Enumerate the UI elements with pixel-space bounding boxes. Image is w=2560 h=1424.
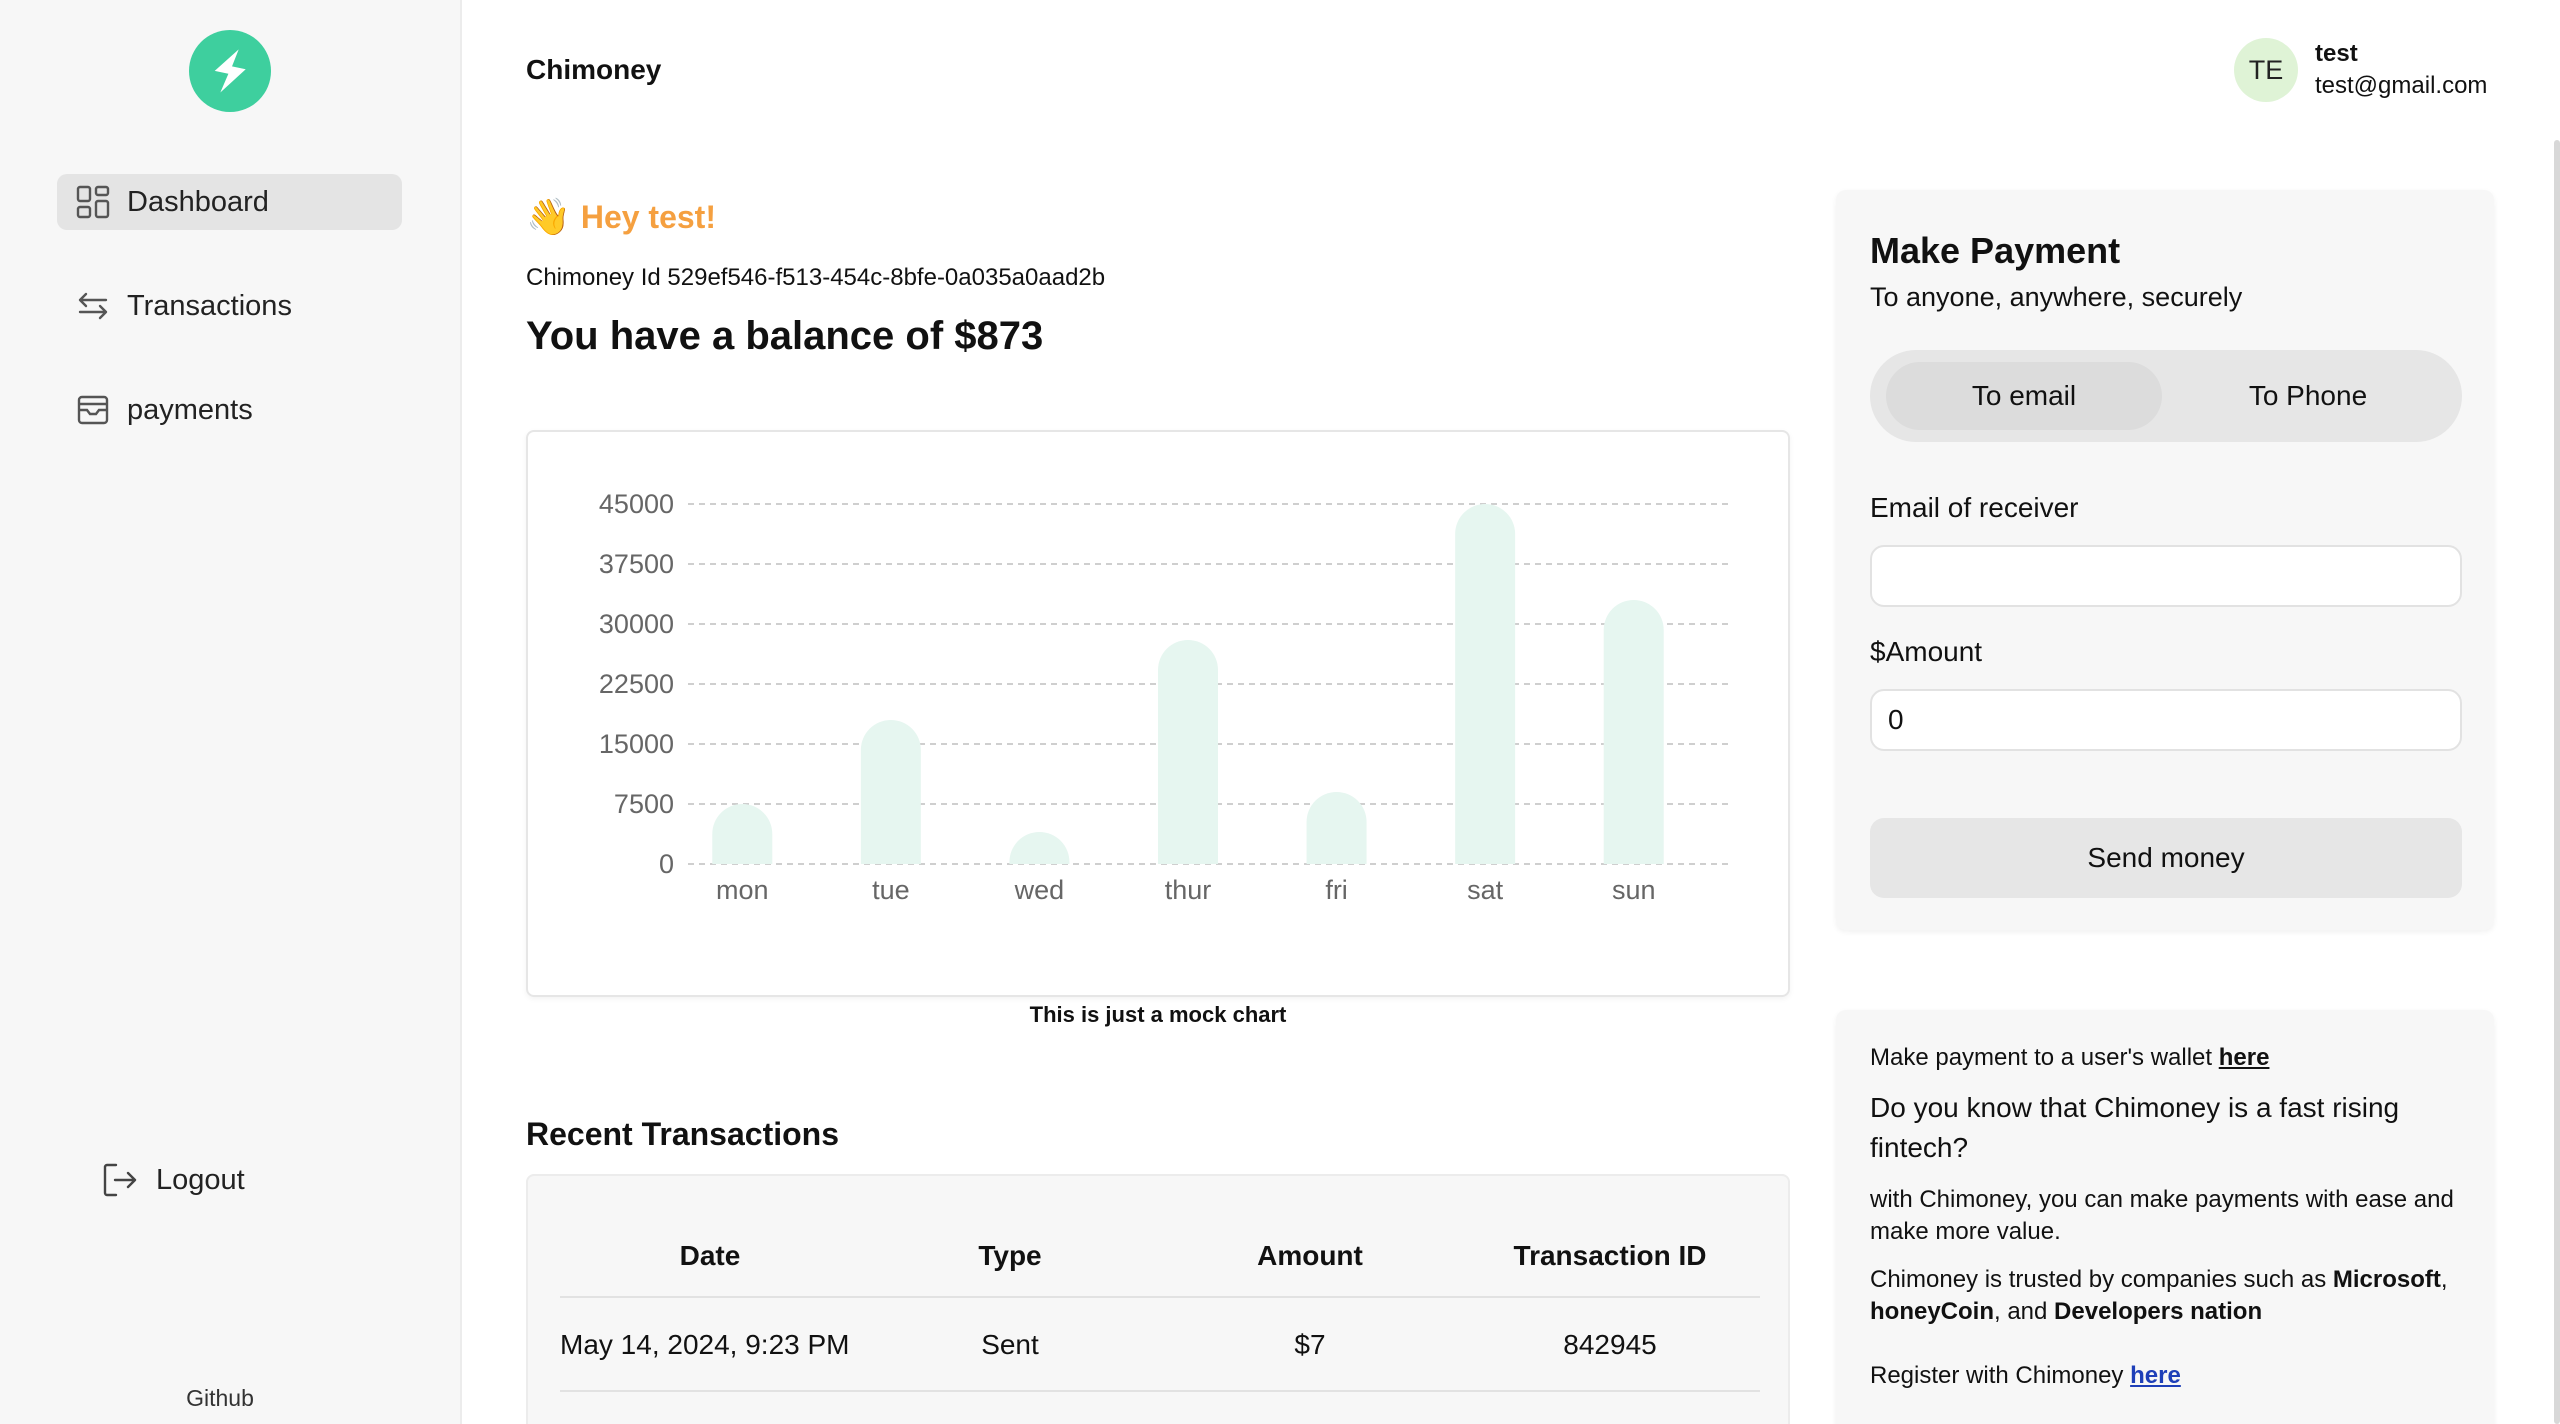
ease-text: with Chimoney, you can make payments wit… [1870,1186,2454,1245]
scrollbar[interactable] [2554,140,2560,1424]
send-money-button[interactable]: Send money [1870,818,2462,898]
amount-label: $Amount [1870,636,1983,667]
chart-note: This is just a mock chart [1029,1002,1287,1027]
table-header: Date Type Amount Transaction ID [560,1216,1760,1298]
y-tick-label: 22500 [599,669,674,699]
logout-button[interactable]: Logout [100,1160,245,1200]
y-tick-label: 0 [659,849,674,879]
transactions-table: Date Type Amount Transaction ID May 14, … [526,1174,1790,1424]
app-root: Dashboard Transactions payments Logout G… [0,0,2560,1424]
grid-icon [75,184,111,220]
x-tick-label: tue [872,875,910,905]
logout-icon [100,1160,140,1200]
x-tick-label: wed [1014,875,1065,905]
y-tick-label: 37500 [599,549,674,579]
amount-field[interactable]: 0 [1870,689,2462,751]
arrows-swap-icon [75,288,111,324]
brand-title: Chimoney [526,54,662,85]
payment-title: Make Payment [1870,230,2121,271]
sidebar-item-label: payments [127,393,253,426]
github-link[interactable]: Github [0,1385,440,1412]
logout-label: Logout [156,1163,245,1196]
bar-thur[interactable] [1158,640,1218,864]
sidebar-item-label: Transactions [127,289,292,322]
table-row[interactable]: May 14, 2024, 9:23 PM Sent $7 842945 [560,1300,1760,1392]
bar-tue[interactable] [860,720,921,864]
chart-card: 0 7500 15000 22500 30000 37500 45000 mon tue wed t… [526,430,1790,997]
info-card: Make payment to a user's wallet here Do … [1836,1010,2494,1424]
x-tick-label: fri [1325,875,1348,905]
chimoney-id: Chimoney Id 529ef546-f513-454c-8bfe-0a03… [526,264,1106,291]
company-microsoft: Microsoft [2332,1266,2441,1293]
wallet-text: Make payment to a user's wallet [1870,1044,2219,1071]
company-developers-nation: Developers nation [2054,1298,2263,1325]
user-name: test [2315,40,2358,67]
sidebar: Dashboard Transactions payments Logout G… [0,0,462,1424]
payment-method-toggle: To email To Phone [1870,350,2462,442]
user-email: test@gmail.com [2315,72,2488,99]
sidebar-item-label: Dashboard [127,185,269,218]
y-tick-label: 30000 [599,609,674,639]
trusted-text: Chimoney is trusted by companies such as… [1870,1266,2448,1325]
email-field[interactable] [1870,545,2462,607]
trusted-intro: Chimoney is trusted by companies such as [1870,1266,2333,1293]
y-tick-label: 45000 [599,489,674,519]
and-text: , and [1994,1298,2055,1325]
tab-to-phone[interactable]: To Phone [2170,362,2446,430]
lightning-bolt-icon[interactable] [189,30,271,112]
waving-hand-icon: 👋 [526,196,571,237]
bar-chart: 0 7500 15000 22500 30000 37500 45000 mon tue wed t… [599,489,1728,905]
greeting: 👋 Hey test! [526,196,716,238]
bar-fri[interactable] [1306,792,1367,864]
cell-type: Sent [981,1329,1039,1360]
inbox-icon [75,392,111,428]
make-payment-card: Make Payment To anyone, anywhere, secure… [1836,190,2494,930]
column-header-date: Date [679,1240,741,1271]
recent-transactions-title: Recent Transactions [526,1116,839,1152]
cell-date: May 14, 2024, 9:23 PM [560,1329,850,1360]
avatar[interactable]: TE [2234,38,2298,102]
x-tick-label: thur [1165,875,1212,905]
register-link[interactable]: here [2130,1362,2181,1389]
x-tick-label: sun [1612,875,1656,905]
balance-text: You have a balance of $873 [526,314,1044,358]
sidebar-item-payments[interactable]: payments [57,382,402,438]
bar-wed[interactable] [1009,832,1070,864]
register-line: Register with Chimoney here [1870,1362,2181,1390]
bar-sun[interactable] [1603,600,1664,864]
cell-amount: $7 [1294,1329,1326,1360]
bar-mon[interactable] [712,804,773,864]
sidebar-item-dashboard[interactable]: Dashboard [57,174,402,230]
cell-transaction-id: 842945 [1563,1329,1657,1360]
x-tick-label: sat [1467,875,1504,905]
wallet-line: Make payment to a user's wallet here [1870,1044,2269,1072]
column-header-transaction-id: Transaction ID [1513,1240,1707,1271]
company-honeycoin: honeyCoin [1870,1298,1994,1325]
y-tick-label: 15000 [599,729,674,759]
tab-to-email[interactable]: To email [1886,362,2162,430]
email-label: Email of receiver [1870,492,2079,523]
register-text: Register with Chimoney [1870,1362,2131,1389]
bar-sat[interactable] [1455,504,1516,864]
sidebar-item-transactions[interactable]: Transactions [57,278,402,334]
wallet-link[interactable]: here [2219,1044,2270,1071]
fintech-question: Do you know that Chimoney is a fast risi… [1870,1092,2400,1163]
column-header-type: Type [978,1240,1042,1271]
column-header-amount: Amount [1257,1240,1363,1271]
payment-subtitle: To anyone, anywhere, securely [1870,282,2243,312]
y-tick-label: 7500 [614,789,674,819]
x-tick-label: mon [716,875,769,905]
greeting-text: Hey test! [580,198,716,235]
